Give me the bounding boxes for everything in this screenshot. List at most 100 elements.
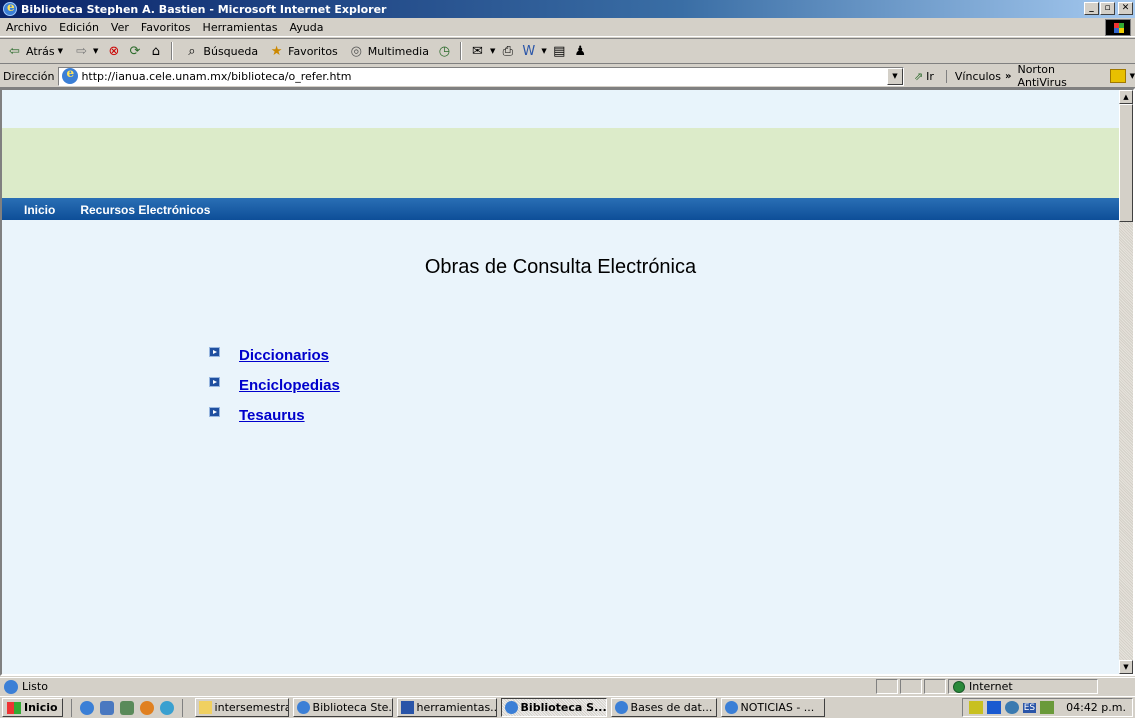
status-bar: Listo Internet — [0, 677, 1135, 695]
windows-logo-icon — [1105, 19, 1131, 36]
address-input[interactable]: http://ianua.cele.unam.mx/biblioteca/o_r… — [58, 66, 904, 86]
chevron-down-icon: ▼ — [1129, 72, 1135, 80]
scroll-thumb[interactable] — [1119, 104, 1133, 222]
link-enciclopedias[interactable]: Enciclopedias — [239, 377, 340, 394]
refresh-icon[interactable]: ⟳ — [126, 43, 143, 60]
favorites-icon: ★ — [270, 43, 283, 59]
nav-link-recursos-electronicos[interactable]: Recursos Electrónicos — [80, 203, 210, 217]
favorites-button[interactable]: ★ Favoritos — [265, 43, 341, 60]
volume-icon[interactable] — [968, 701, 983, 714]
edit-icon[interactable]: W — [520, 43, 537, 60]
page-viewport: Inicio Recursos Electrónicos Obras de Co… — [0, 88, 1135, 676]
globe-icon — [953, 680, 965, 693]
chevron-down-icon[interactable]: ▼ — [490, 47, 495, 55]
menu-herramientas[interactable]: Herramientas — [197, 21, 284, 34]
ie-icon — [296, 701, 310, 714]
security-icon[interactable] — [1040, 701, 1055, 714]
menu-ver[interactable]: Ver — [105, 21, 135, 34]
search-button[interactable]: ⌕ Búsqueda — [180, 43, 261, 60]
scroll-down-button[interactable]: ▼ — [1119, 660, 1133, 674]
search-icon: ⌕ — [188, 43, 196, 59]
folder-icon — [198, 701, 212, 714]
menu-edicion[interactable]: Edición — [53, 21, 105, 34]
chevron-down-icon: ▼ — [57, 47, 64, 55]
forward-arrow-icon: ⇨ — [76, 43, 87, 59]
close-button[interactable]: ✕ — [1118, 2, 1133, 15]
print-icon[interactable]: ⎙ — [499, 43, 516, 60]
taskbar: Inicio intersemestral Biblioteca Ste... … — [0, 696, 1135, 718]
home-icon[interactable]: ⌂ — [147, 43, 164, 60]
link-tesaurus[interactable]: Tesaurus — [239, 407, 305, 424]
messenger-icon[interactable] — [159, 700, 174, 715]
task-biblioteca-active[interactable]: Biblioteca S... — [500, 698, 607, 717]
address-url[interactable]: http://ianua.cele.unam.mx/biblioteca/o_r… — [81, 70, 351, 83]
page-header-strip — [2, 90, 1119, 128]
norton-icon — [1109, 69, 1126, 83]
task-intersemestral[interactable]: intersemestral — [194, 698, 289, 717]
menu-ayuda[interactable]: Ayuda — [283, 21, 329, 34]
arrow-bullet-icon — [209, 377, 220, 387]
system-tray: ES 04:42 p.m. — [961, 698, 1133, 717]
chevron-right-icon: » — [1005, 70, 1012, 82]
back-button[interactable]: ⇦ Atrás ▼ — [3, 43, 66, 60]
address-label: Dirección — [3, 69, 55, 83]
scroll-up-button[interactable]: ▲ — [1119, 90, 1133, 104]
go-arrow-icon: ⇗ — [913, 69, 924, 83]
word-icon — [400, 701, 414, 714]
chevron-down-icon: ▼ — [93, 47, 99, 55]
menu-bar: Archivo Edición Ver Favoritos Herramient… — [0, 18, 1135, 37]
language-indicator[interactable]: ES — [1022, 702, 1037, 713]
reference-link-list: Diccionarios Enciclopedias Tesaurus — [209, 340, 340, 430]
media-icon: ◎ — [350, 43, 362, 59]
arrow-bullet-icon — [209, 407, 220, 417]
desktop-icon[interactable] — [119, 700, 134, 715]
ie-icon[interactable] — [79, 700, 94, 715]
clock[interactable]: 04:42 p.m. — [1066, 701, 1126, 714]
mail-icon[interactable]: ✉ — [469, 43, 486, 60]
outlook-icon[interactable] — [99, 700, 114, 715]
status-message: Listo — [0, 679, 876, 694]
page-icon — [62, 66, 79, 84]
maximize-button[interactable]: ▫ — [1100, 2, 1115, 15]
minimize-button[interactable]: _ — [1084, 2, 1099, 15]
norton-antivirus-button[interactable]: Norton AntiVirus ▼ — [1017, 63, 1135, 89]
title-bar[interactable]: Biblioteca Stephen A. Bastien - Microsof… — [0, 0, 1135, 18]
task-noticias[interactable]: NOTICIAS - ... — [720, 698, 825, 717]
back-arrow-icon: ⇦ — [9, 43, 20, 59]
nav-link-inicio[interactable]: Inicio — [24, 203, 55, 217]
start-button[interactable]: Inicio — [2, 698, 63, 717]
messenger-icon[interactable]: ♟ — [572, 43, 589, 60]
security-zone: Internet — [948, 679, 1098, 694]
links-button[interactable]: Vínculos » — [945, 69, 1012, 83]
page-status-icon — [4, 679, 18, 694]
address-dropdown-button[interactable]: ▼ — [886, 67, 903, 85]
task-biblioteca-1[interactable]: Biblioteca Ste... — [292, 698, 393, 717]
forward-button[interactable]: ⇨ ▼ — [70, 43, 101, 60]
list-item: Tesaurus — [209, 400, 340, 430]
browser-window: Biblioteca Stephen A. Bastien - Microsof… — [0, 0, 1135, 718]
history-icon[interactable]: ◷ — [436, 43, 453, 60]
media-button[interactable]: ◎ Multimedia — [345, 43, 432, 60]
link-diccionarios[interactable]: Diccionarios — [239, 347, 329, 364]
address-bar: Dirección http://ianua.cele.unam.mx/bibl… — [0, 63, 1135, 89]
go-button[interactable]: ⇗ Ir — [914, 70, 934, 83]
list-item: Enciclopedias — [209, 370, 340, 400]
standard-toolbar: ⇦ Atrás ▼ ⇨ ▼ ⊗ ⟳ ⌂ ⌕ Búsqueda ★ Favorit… — [0, 38, 1135, 64]
stop-icon[interactable]: ⊗ — [105, 43, 122, 60]
menu-favoritos[interactable]: Favoritos — [135, 21, 197, 34]
ie-icon — [614, 701, 628, 714]
task-herramientas[interactable]: herramientas... — [396, 698, 497, 717]
arrow-bullet-icon — [209, 347, 220, 357]
chevron-down-icon[interactable]: ▼ — [541, 47, 546, 55]
windows-flag-icon — [7, 701, 21, 714]
vertical-scrollbar[interactable]: ▲ ▼ — [1119, 90, 1133, 674]
menu-archivo[interactable]: Archivo — [0, 21, 53, 34]
media-player-icon[interactable] — [139, 700, 154, 715]
task-bases-de-datos[interactable]: Bases de dat... — [610, 698, 717, 717]
ie-icon — [724, 701, 738, 714]
media-tray-icon[interactable] — [986, 701, 1001, 714]
network-icon[interactable] — [1004, 701, 1019, 714]
list-item: Diccionarios — [209, 340, 340, 370]
discuss-icon[interactable]: ▤ — [551, 43, 568, 60]
site-nav-bar: Inicio Recursos Electrónicos — [2, 198, 1119, 220]
